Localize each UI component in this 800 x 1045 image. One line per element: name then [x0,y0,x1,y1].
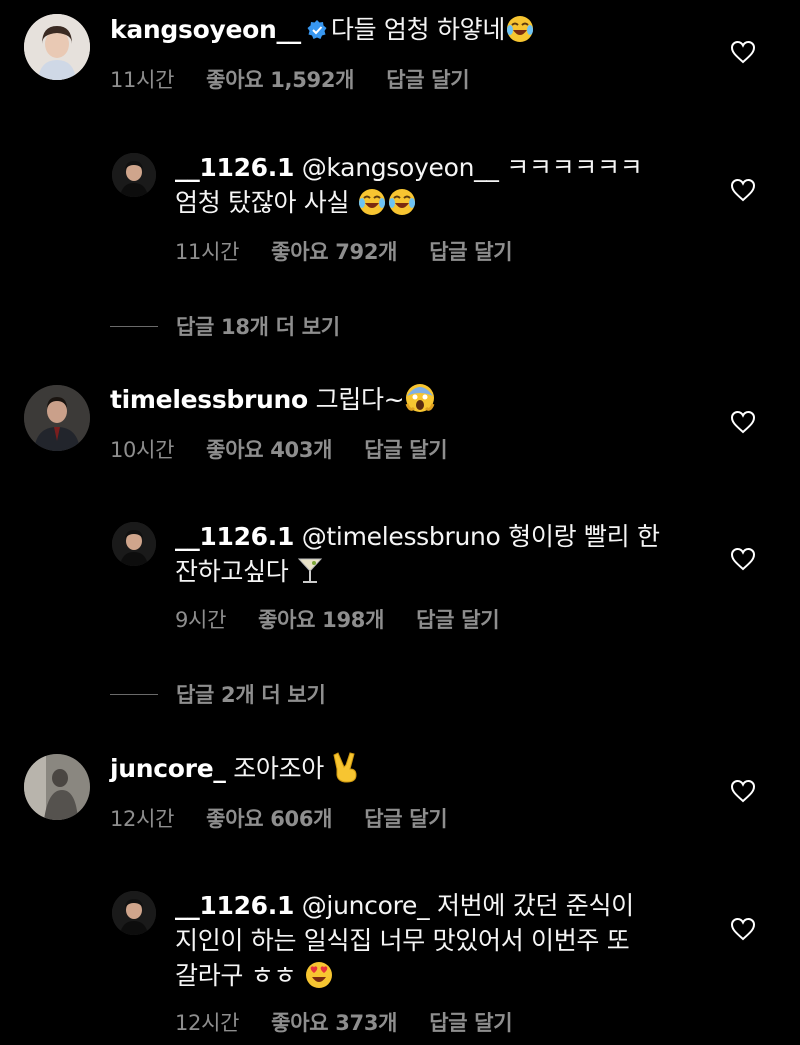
screaming-face-icon [405,384,435,412]
reply-body-line1: @timelessbruno 형이랑 빨리 한 [301,522,660,551]
heart-eyes-icon [305,962,332,988]
reply-body-line2: 지인이 하는 일식집 너무 맛있어서 이번주 또 [175,926,630,955]
divider-line [110,693,158,695]
comment-likes[interactable]: 좋아요 606개 [206,807,332,831]
comment-meta: 11시간 좋아요 1,592개 답글 달기 [110,64,501,94]
heart-icon[interactable] [730,178,756,202]
reply-time: 11시간 [175,240,240,264]
reply-username[interactable]: __1126.1 [175,522,294,551]
heart-icon[interactable] [730,917,756,941]
reply-time: 9시간 [175,608,227,632]
reply-body-line2: 잔하고싶다 [175,557,289,586]
comment-username[interactable]: kangsoyeon__ [110,15,301,44]
reply-meta: 9시간 좋아요 198개 답글 달기 [175,604,531,634]
avatar-juncore[interactable] [24,754,90,820]
heart-icon[interactable] [730,40,756,64]
reply-likes[interactable]: 좋아요 373개 [271,1011,397,1035]
comment-meta: 10시간 좋아요 403개 답글 달기 [110,434,479,464]
view-more-label: 답글 18개 더 보기 [176,315,340,339]
comment-username[interactable]: timelessbruno [110,385,308,414]
reply-username[interactable]: __1126.1 [175,891,294,920]
reply-body-line1: @juncore_ 저번에 갔던 준식이 [301,891,634,920]
reply-meta: 11시간 좋아요 792개 답글 달기 [175,236,544,266]
avatar-timelessbruno[interactable] [24,385,90,451]
comment-text: juncore_ 조아조아 [110,751,360,786]
comment-time: 10시간 [110,438,175,462]
reply-text: __1126.1 @kangsoyeon__ ㅋㅋㅋㅋㅋㅋ 엄청 탔잖아 사실 [175,150,643,220]
comment-time: 11시간 [110,68,175,92]
reply-button[interactable]: 답글 달기 [364,438,447,462]
reply-button[interactable]: 답글 달기 [429,1011,512,1035]
reply-button[interactable]: 답글 달기 [364,807,447,831]
comment-time: 12시간 [110,807,175,831]
victory-hand-icon [333,752,357,783]
reply-button[interactable]: 답글 달기 [386,68,469,92]
reply-time: 12시간 [175,1011,240,1035]
comment-body: 조아조아 [233,754,325,783]
comment-body: 그립다~ [315,385,405,414]
reply-username[interactable]: __1126.1 [175,153,294,182]
comment-username[interactable]: juncore_ [110,754,226,783]
comment-text: timelessbruno 그립다~ [110,382,436,417]
divider-line [110,325,158,327]
verified-badge-icon [307,20,327,39]
view-more-replies-button[interactable]: 답글 18개 더 보기 [110,311,340,341]
comment-body: 다들 엄청 하얗네 [330,15,506,44]
avatar-1126[interactable] [112,522,156,566]
reply-body-line2: 엄청 탔잖아 사실 [175,188,350,217]
laughing-tears-icon [388,189,415,215]
laughing-tears-icon [358,189,385,215]
comment-meta: 12시간 좋아요 606개 답글 달기 [110,803,479,833]
heart-icon[interactable] [730,547,756,571]
view-more-replies-button[interactable]: 답글 2개 더 보기 [110,679,326,709]
reply-body-line1: @kangsoyeon__ ㅋㅋㅋㅋㅋㅋ [301,153,643,182]
reply-likes[interactable]: 좋아요 792개 [271,240,397,264]
cocktail-glass-icon [298,558,323,583]
heart-icon[interactable] [730,779,756,803]
reply-button[interactable]: 답글 달기 [429,240,512,264]
reply-body-line3: 갈라구 ㅎㅎ [175,961,297,990]
reply-text: __1126.1 @timelessbruno 형이랑 빨리 한 잔하고싶다 [175,519,660,589]
avatar-1126[interactable] [112,153,156,197]
heart-icon[interactable] [730,410,756,434]
avatar-1126[interactable] [112,891,156,935]
avatar-kangsoyeon[interactable] [24,14,90,80]
reply-button[interactable]: 답글 달기 [416,608,499,632]
reply-likes[interactable]: 좋아요 198개 [258,608,384,632]
laughing-tears-icon [507,16,534,42]
view-more-label: 답글 2개 더 보기 [176,683,326,707]
comment-likes[interactable]: 좋아요 403개 [206,438,332,462]
reply-meta: 12시간 좋아요 373개 답글 달기 [175,1007,544,1037]
reply-text: __1126.1 @juncore_ 저번에 갔던 준식이 지인이 하는 일식집… [175,888,634,993]
comment-likes[interactable]: 좋아요 1,592개 [206,68,354,92]
comment-text: kangsoyeon__ 다들 엄청 하얗네 [110,12,535,47]
